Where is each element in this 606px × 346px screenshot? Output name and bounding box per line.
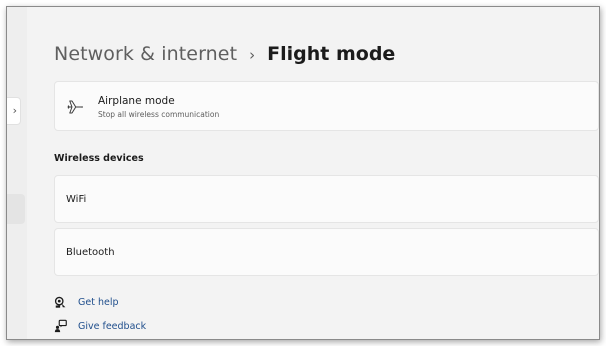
airplane-mode-title: Airplane mode [98, 95, 175, 107]
settings-window: › Network & internet › Flight mode Airpl… [6, 6, 600, 340]
wifi-row[interactable]: WiFi [54, 175, 599, 223]
give-feedback-link[interactable]: Give feedback [78, 321, 146, 332]
give-feedback-link-row[interactable]: Give feedback [54, 319, 146, 333]
airplane-mode-description: Stop all wireless communication [98, 110, 220, 119]
bluetooth-row[interactable]: Bluetooth [54, 228, 599, 276]
bluetooth-label: Bluetooth [66, 247, 115, 258]
get-help-icon [54, 296, 66, 308]
wireless-devices-heading: Wireless devices [54, 153, 144, 164]
get-help-link[interactable]: Get help [78, 297, 119, 308]
get-help-link-row[interactable]: Get help [54, 295, 119, 309]
breadcrumb-parent[interactable]: Network & internet [54, 43, 237, 65]
airplane-icon [67, 100, 83, 114]
airplane-mode-card[interactable]: Airplane mode Stop all wireless communic… [54, 81, 599, 131]
screenshot-frame: › Network & internet › Flight mode Airpl… [0, 0, 606, 346]
navigation-pane: › [7, 7, 27, 339]
search-box-edge: › [12, 104, 17, 117]
search-box[interactable]: › [7, 97, 21, 125]
page-title: Flight mode [267, 43, 396, 65]
give-feedback-icon [54, 319, 67, 333]
breadcrumb-chevron-icon: › [249, 46, 256, 64]
breadcrumb: Network & internet › Flight mode [54, 37, 395, 71]
nav-selected-item[interactable] [7, 194, 25, 224]
wifi-label: WiFi [66, 194, 87, 205]
